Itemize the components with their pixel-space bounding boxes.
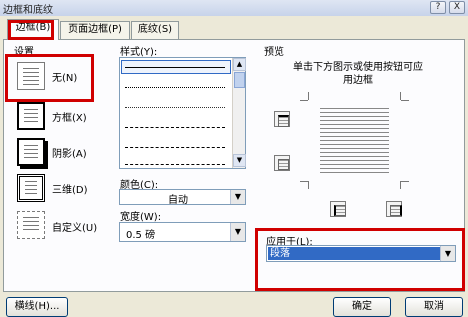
highlight-tab <box>8 20 54 40</box>
style-dotted-line[interactable] <box>125 87 225 88</box>
top-border-button[interactable] <box>274 111 290 127</box>
close-button[interactable]: X <box>449 1 465 14</box>
style-fine-dotted-line[interactable] <box>125 107 225 108</box>
left-border-button[interactable] <box>330 201 346 217</box>
help-button[interactable]: ? <box>430 1 446 14</box>
setting-custom-label[interactable]: 自定义(U) <box>52 219 97 234</box>
style-long-dashed-line[interactable] <box>125 147 225 148</box>
title-bar <box>0 0 468 16</box>
preview-instruction: 单击下方图示或使用按钮可应用边框 <box>293 62 423 86</box>
setting-box-label[interactable]: 方框(X) <box>52 109 87 124</box>
right-border-button[interactable] <box>386 201 402 217</box>
style-dash-dot-line[interactable] <box>125 164 225 165</box>
preview-header: 预览 <box>264 47 284 58</box>
setting-shadow-label[interactable]: 阴影(A) <box>52 145 87 160</box>
setting-3d-icon[interactable] <box>17 174 45 202</box>
style-solid-line[interactable] <box>125 67 225 68</box>
style-label: 样式(Y): <box>120 47 158 58</box>
scroll-thumb[interactable] <box>234 72 245 88</box>
width-combo[interactable]: 0.5 磅 ▼ <box>119 222 246 242</box>
setting-shadow-icon[interactable] <box>17 138 45 166</box>
setting-3d-label[interactable]: 三维(D) <box>52 181 88 196</box>
preview-area[interactable] <box>300 92 409 190</box>
tab-shading[interactable]: 底纹(S) <box>131 21 179 39</box>
inner-horizontal-border-button[interactable] <box>274 155 290 171</box>
style-dashed-line[interactable] <box>125 127 225 128</box>
setting-custom-icon[interactable] <box>17 211 45 239</box>
color-combo[interactable]: 自动 ▼ <box>119 189 246 206</box>
window-title: 边框和底纹 <box>3 5 53 16</box>
width-dropdown-icon[interactable]: ▼ <box>230 223 245 241</box>
setting-box-icon[interactable] <box>17 102 45 130</box>
style-scrollbar[interactable]: ▲ ▼ <box>232 58 246 168</box>
style-list[interactable] <box>119 57 246 169</box>
width-label: 宽度(W): <box>120 212 162 223</box>
scroll-down-icon[interactable]: ▼ <box>233 154 246 167</box>
color-dropdown-icon[interactable]: ▼ <box>230 190 245 204</box>
preview-text-lines <box>320 108 389 174</box>
color-value: 自动 <box>168 195 188 206</box>
highlight-apply-to <box>255 228 465 291</box>
highlight-setting-none <box>5 54 94 102</box>
horizontal-line-button[interactable]: 横线(H)... <box>6 297 68 317</box>
scroll-up-icon[interactable]: ▲ <box>233 58 246 71</box>
tab-page-borders[interactable]: 页面边框(P) <box>60 21 130 39</box>
ok-button[interactable]: 确定 <box>333 297 391 317</box>
width-value: 0.5 磅 <box>126 230 156 241</box>
cancel-button[interactable]: 取消 <box>405 297 463 317</box>
